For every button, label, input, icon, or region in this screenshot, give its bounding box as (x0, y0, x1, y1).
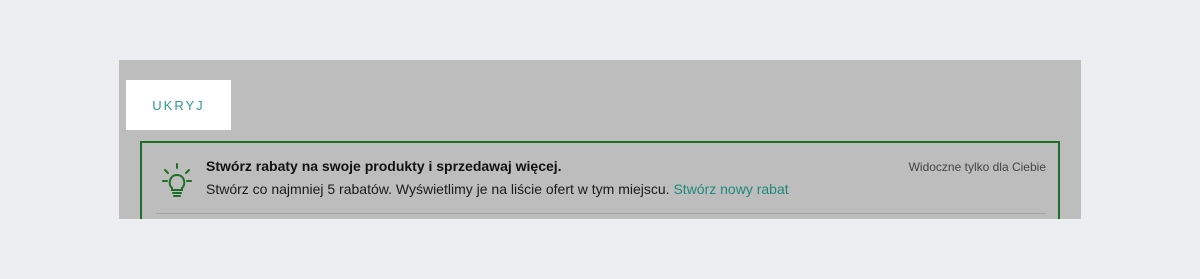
banner-description-line: Stwórz co najmniej 5 rabatów. Wyświetlim… (206, 181, 789, 197)
create-discount-link[interactable]: Stwórz nowy rabat (673, 181, 788, 197)
lightbulb-icon (162, 163, 192, 197)
hide-button[interactable]: UKRYJ (126, 80, 231, 130)
dimmed-panel: UKRYJ Stwórz rabaty na swoje produkty i … (119, 60, 1081, 219)
banner-description: Stwórz co najmniej 5 rabatów. Wyświetlim… (206, 181, 674, 197)
banner-title: Stwórz rabaty na swoje produkty i sprzed… (206, 158, 562, 174)
visibility-note: Widoczne tylko dla Ciebie (908, 160, 1046, 174)
divider (156, 213, 1046, 214)
discount-promo-banner: Stwórz rabaty na swoje produkty i sprzed… (140, 141, 1060, 219)
